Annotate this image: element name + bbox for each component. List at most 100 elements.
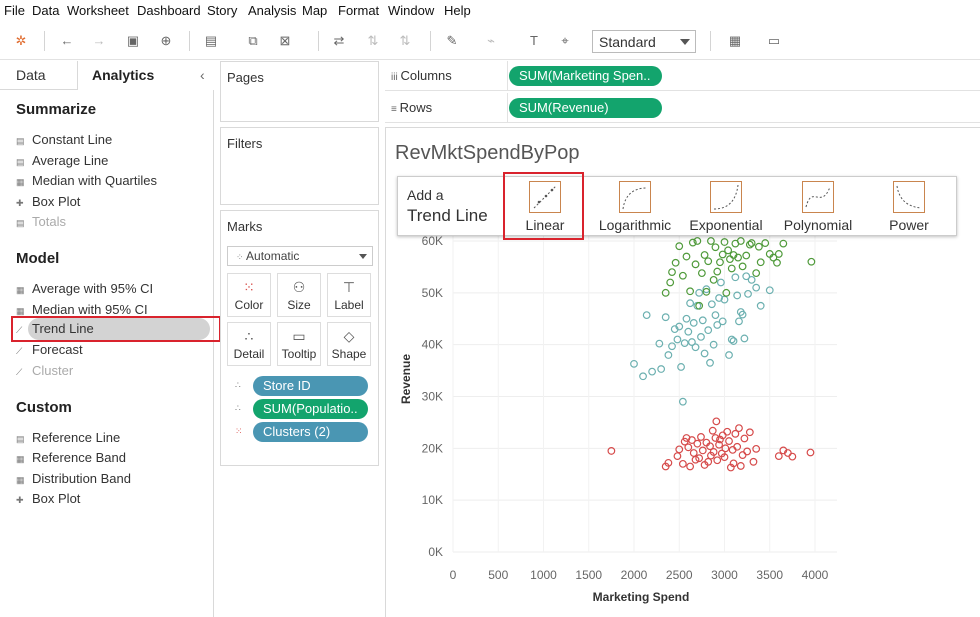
- data-point[interactable]: [686, 462, 695, 471]
- redo-icon[interactable]: →: [90, 32, 108, 50]
- detail-button[interactable]: ∴ Detail: [227, 322, 271, 366]
- pin-axes-icon[interactable]: ⌖: [556, 32, 574, 50]
- custom-box-plot-item[interactable]: ✚ Box Plot: [16, 490, 80, 508]
- data-point[interactable]: [639, 372, 647, 381]
- data-point[interactable]: [698, 316, 707, 325]
- data-point[interactable]: [711, 311, 720, 320]
- data-point[interactable]: [726, 255, 734, 264]
- data-point[interactable]: [774, 250, 783, 258]
- power-model-button[interactable]: Power: [874, 181, 944, 233]
- data-point[interactable]: [668, 268, 676, 276]
- cluster-item[interactable]: ⟋ Cluster: [16, 362, 73, 380]
- menu-analysis[interactable]: Analysis: [248, 3, 296, 18]
- data-point[interactable]: [706, 358, 714, 367]
- data-point[interactable]: [704, 257, 713, 266]
- sort-ascending-icon[interactable]: ⇅: [364, 32, 382, 50]
- data-point[interactable]: [743, 447, 752, 456]
- tab-analytics[interactable]: Analytics: [92, 67, 154, 83]
- data-point[interactable]: [716, 258, 724, 267]
- clusters-pill[interactable]: Clusters (2): [253, 422, 368, 442]
- shape-button[interactable]: ◇ Shape: [327, 322, 371, 366]
- menu-map[interactable]: Map: [302, 3, 327, 18]
- data-point[interactable]: [742, 251, 751, 260]
- label-button[interactable]: ⊤ Label: [327, 273, 371, 317]
- columns-shelf[interactable]: iii Columns SUM(Marketing Spen..: [385, 61, 980, 91]
- data-point[interactable]: [727, 264, 736, 273]
- data-point[interactable]: [752, 283, 761, 292]
- undo-icon[interactable]: ←: [58, 32, 76, 50]
- totals-item[interactable]: ▤ Totals: [16, 213, 66, 231]
- highlight-icon[interactable]: ✎: [443, 32, 461, 50]
- data-point[interactable]: [725, 437, 733, 445]
- data-point[interactable]: [747, 275, 756, 284]
- data-point[interactable]: [680, 339, 689, 348]
- sort-descending-icon[interactable]: ⇅: [396, 32, 414, 50]
- average-ci-item[interactable]: ▦ Average with 95% CI: [16, 280, 153, 298]
- data-point[interactable]: [773, 258, 781, 267]
- data-point[interactable]: [738, 451, 747, 459]
- clear-sheet-icon[interactable]: ⊠: [276, 32, 294, 50]
- menu-file[interactable]: File: [4, 3, 25, 18]
- data-point[interactable]: [752, 444, 761, 453]
- data-point[interactable]: [756, 258, 765, 267]
- reference-line-item[interactable]: ▤ Reference Line: [16, 429, 120, 447]
- data-point[interactable]: [707, 300, 716, 309]
- data-point[interactable]: [708, 426, 717, 435]
- collapse-pane-icon[interactable]: ‹: [200, 67, 205, 83]
- data-point[interactable]: [686, 299, 695, 308]
- data-point[interactable]: [745, 428, 754, 437]
- data-point[interactable]: [724, 246, 733, 255]
- data-point[interactable]: [648, 367, 657, 376]
- reference-band-item[interactable]: ▦ Reference Band: [16, 449, 126, 467]
- mark-type-dropdown[interactable]: ⁘ Automatic: [227, 246, 373, 266]
- data-point[interactable]: [664, 351, 673, 359]
- scatter-chart[interactable]: 0K 10K 20K 30K 40K 50K 60K 0 500 1000 1500 2000 250…: [385, 230, 980, 617]
- data-point[interactable]: [749, 457, 758, 466]
- data-point[interactable]: [788, 452, 797, 461]
- data-point[interactable]: [655, 339, 664, 348]
- data-point[interactable]: [691, 260, 700, 269]
- new-worksheet-icon[interactable]: ▤: [202, 32, 220, 50]
- size-button[interactable]: ⚇ Size: [277, 273, 321, 317]
- menu-worksheet[interactable]: Worksheet: [67, 3, 129, 18]
- save-icon[interactable]: ▣: [124, 32, 142, 50]
- menu-data[interactable]: Data: [32, 3, 59, 18]
- swap-rows-columns-icon[interactable]: ⇄: [330, 32, 348, 50]
- data-point[interactable]: [713, 267, 722, 276]
- data-point[interactable]: [697, 269, 706, 278]
- data-point[interactable]: [678, 271, 687, 280]
- data-point[interactable]: [731, 273, 740, 282]
- add-datasource-icon[interactable]: ⊕: [157, 32, 175, 50]
- color-button[interactable]: ⁙ Color: [227, 273, 271, 317]
- data-point[interactable]: [756, 301, 765, 310]
- polynomial-model-button[interactable]: Polynomial: [776, 181, 860, 233]
- data-point[interactable]: [657, 365, 666, 373]
- data-point[interactable]: [700, 251, 709, 259]
- data-point[interactable]: [711, 243, 720, 252]
- data-point[interactable]: [682, 252, 691, 261]
- data-point[interactable]: [738, 262, 747, 271]
- data-point[interactable]: [807, 257, 816, 266]
- data-point[interactable]: [682, 314, 691, 323]
- distribution-band-item[interactable]: ▦ Distribution Band: [16, 470, 131, 488]
- data-point[interactable]: [689, 318, 698, 327]
- data-point[interactable]: [697, 433, 705, 441]
- tooltip-button[interactable]: ▭ Tooltip: [277, 322, 321, 366]
- menu-dashboard[interactable]: Dashboard: [137, 3, 201, 18]
- data-point[interactable]: [735, 424, 743, 433]
- data-point[interactable]: [740, 434, 749, 443]
- exponential-model-button[interactable]: Exponential: [681, 181, 771, 233]
- data-point[interactable]: [740, 334, 749, 343]
- data-point[interactable]: [744, 289, 752, 298]
- data-point[interactable]: [752, 269, 761, 278]
- data-point[interactable]: [689, 449, 698, 457]
- data-point[interactable]: [671, 258, 680, 267]
- data-point[interactable]: [678, 397, 687, 406]
- data-point[interactable]: [704, 326, 713, 335]
- show-cards-icon[interactable]: ▦: [726, 32, 744, 50]
- duplicate-sheet-icon[interactable]: ⧉: [244, 32, 262, 50]
- average-line-item[interactable]: ▤ Average Line: [16, 152, 108, 170]
- tableau-logo-icon[interactable]: ✲: [12, 32, 30, 50]
- data-point[interactable]: [684, 327, 693, 336]
- menu-story[interactable]: Story: [207, 3, 237, 18]
